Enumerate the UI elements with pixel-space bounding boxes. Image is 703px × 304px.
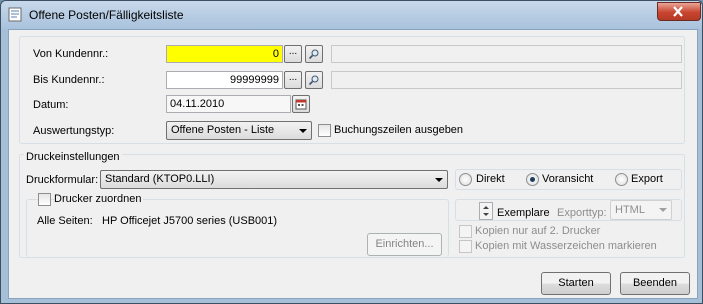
preview-label: Voransicht bbox=[542, 173, 594, 185]
close-button[interactable] bbox=[657, 2, 701, 21]
window-title: Offene Posten/Fälligkeitsliste bbox=[29, 8, 184, 22]
export-type-label: Exporttyp: bbox=[557, 207, 607, 219]
evaluation-type-label: Auswertungstyp: bbox=[33, 125, 115, 137]
evaluation-type-select[interactable]: Offene Posten - Liste bbox=[166, 121, 312, 140]
export-radio[interactable] bbox=[615, 173, 628, 186]
chevron-down-icon bbox=[435, 178, 443, 182]
copies-label: Exemplare bbox=[497, 207, 550, 219]
booking-lines-label: Buchungszeilen ausgeben bbox=[334, 124, 464, 136]
copies-second-printer-checkbox[interactable] bbox=[459, 225, 472, 238]
evaluation-type-value: Offene Posten - Liste bbox=[171, 124, 275, 136]
title-bar[interactable]: Offene Posten/Fälligkeitsliste bbox=[1, 1, 702, 29]
to-customer-label: Bis Kundennr.: bbox=[33, 74, 105, 86]
date-input[interactable]: 04.11.2010 bbox=[166, 95, 291, 113]
calendar-icon bbox=[295, 99, 307, 110]
assign-printer-checkbox[interactable] bbox=[38, 193, 51, 206]
start-button[interactable]: Starten bbox=[541, 272, 611, 295]
to-customer-name-field bbox=[331, 71, 682, 89]
copies-watermark-label: Kopien mit Wasserzeichen markieren bbox=[475, 240, 657, 252]
print-form-select[interactable]: Standard (KTOP0.LLI) bbox=[100, 170, 448, 189]
from-customer-name-field bbox=[331, 45, 682, 63]
direct-label: Direkt bbox=[476, 173, 505, 185]
print-form-label: Druckformular: bbox=[26, 174, 99, 186]
export-label: Export bbox=[631, 173, 663, 185]
print-settings-title: Druckeinstellungen bbox=[24, 151, 122, 163]
arrow-down-icon bbox=[483, 213, 489, 216]
to-customer-search-button[interactable] bbox=[305, 71, 323, 89]
date-label: Datum: bbox=[33, 99, 69, 111]
all-pages-label: Alle Seiten: bbox=[37, 215, 93, 227]
copies-spinner[interactable] bbox=[479, 202, 493, 220]
to-customer-input[interactable]: 99999999 bbox=[166, 71, 283, 89]
setup-button[interactable]: Einrichten... bbox=[367, 233, 442, 256]
direct-radio[interactable] bbox=[459, 173, 472, 186]
quit-button[interactable]: Beenden bbox=[620, 272, 690, 295]
print-form-value: Standard (KTOP0.LLI) bbox=[105, 173, 215, 185]
from-customer-input[interactable]: 0 bbox=[166, 45, 283, 63]
close-icon bbox=[673, 6, 683, 17]
from-customer-label: Von Kundennr.: bbox=[33, 48, 109, 60]
export-type-value: HTML bbox=[615, 204, 645, 216]
arrow-up-icon bbox=[483, 206, 489, 209]
chevron-down-icon bbox=[659, 208, 667, 212]
document-icon bbox=[8, 7, 22, 22]
booking-lines-checkbox[interactable] bbox=[318, 124, 331, 137]
magnifier-icon bbox=[308, 49, 319, 60]
export-type-select[interactable]: HTML bbox=[610, 200, 672, 220]
copies-watermark-checkbox[interactable] bbox=[459, 240, 472, 253]
preview-radio[interactable] bbox=[526, 173, 539, 186]
copies-second-printer-label: Kopien nur auf 2. Drucker bbox=[475, 225, 601, 237]
chevron-down-icon bbox=[299, 129, 307, 133]
calendar-button[interactable] bbox=[292, 95, 310, 113]
dialog-content: Von Kundennr.: 0 ... Bis Kundennr.: 9999… bbox=[8, 29, 698, 299]
dialog-window: Offene Posten/Fälligkeitsliste Von Kunde… bbox=[0, 0, 703, 304]
from-customer-lookup-button[interactable]: ... bbox=[284, 45, 302, 63]
to-customer-lookup-button[interactable]: ... bbox=[284, 71, 302, 89]
magnifier-icon bbox=[308, 75, 319, 86]
assign-printer-label: Drucker zuordnen bbox=[54, 193, 144, 205]
from-customer-search-button[interactable] bbox=[305, 45, 323, 63]
printer-name: HP Officejet J5700 series (USB001) bbox=[102, 215, 278, 227]
